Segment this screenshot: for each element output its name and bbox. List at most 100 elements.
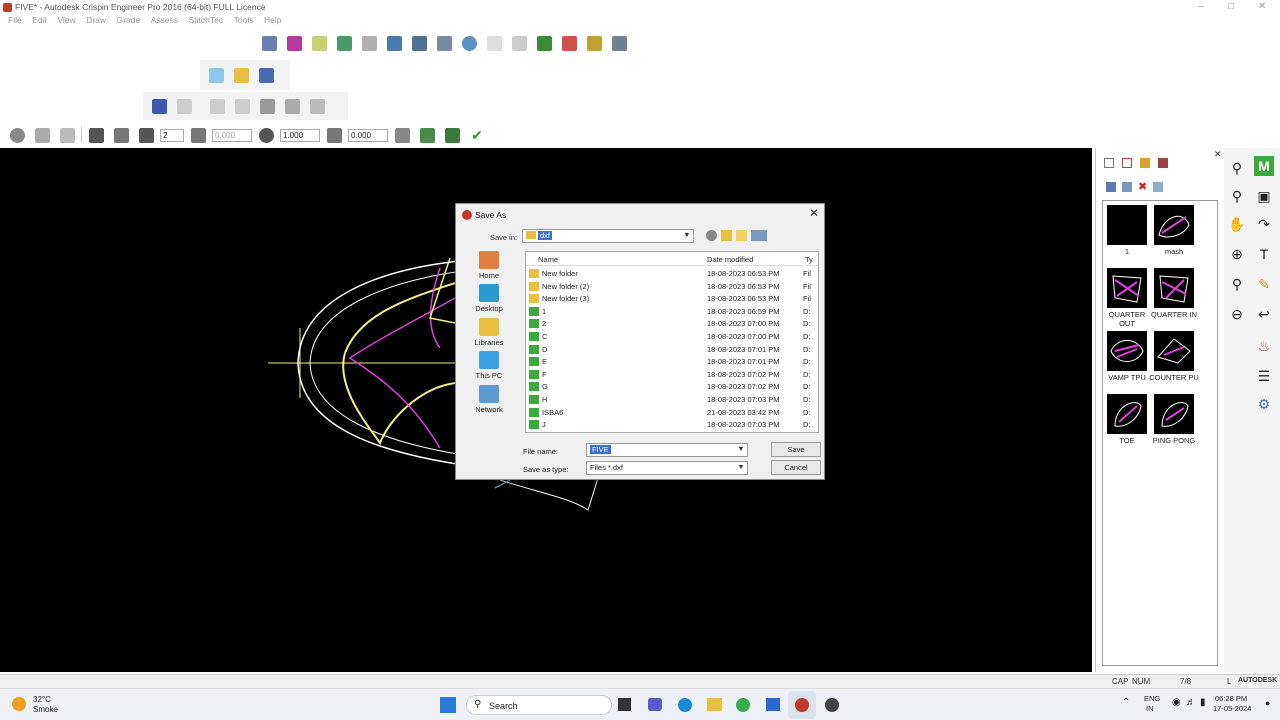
piece-grid-icon[interactable] xyxy=(1122,182,1132,192)
store-icon[interactable] xyxy=(766,698,780,711)
scale-field[interactable]: 1.000 xyxy=(280,128,320,142)
menu-view[interactable]: View xyxy=(57,15,75,25)
back-icon[interactable] xyxy=(706,230,717,241)
column-name[interactable]: Name xyxy=(538,255,558,264)
battery-icon[interactable]: ▮ xyxy=(1200,697,1206,708)
file-row[interactable]: D 18-08-2023 07:01 PM D: xyxy=(526,343,818,356)
color-piece-icon[interactable] xyxy=(1140,158,1150,168)
column-type[interactable]: Ty xyxy=(805,255,813,264)
chevron-up-icon[interactable]: ⌃ xyxy=(1122,697,1130,708)
confirm-icon[interactable]: ✔ xyxy=(466,124,488,146)
clock-time[interactable]: 06:28 PM xyxy=(1215,694,1247,703)
piece-thumb[interactable] xyxy=(1154,268,1194,308)
up-folder-icon[interactable] xyxy=(721,230,732,241)
grid-icon[interactable] xyxy=(358,32,380,54)
line-icon[interactable] xyxy=(308,32,330,54)
new-file-icon[interactable] xyxy=(205,64,227,86)
reload-icon[interactable] xyxy=(441,124,463,146)
file-list[interactable]: Name Date modified Ty New folder 18-08-20… xyxy=(525,251,819,433)
menu-tools[interactable]: Tools xyxy=(234,15,254,25)
piece-link-icon[interactable] xyxy=(1153,182,1164,192)
offset-field[interactable]: 0.000 xyxy=(212,128,252,142)
file-row[interactable]: New folder (2) 18-08-2023 06:53 PM Fil xyxy=(526,280,818,293)
offset-icon[interactable] xyxy=(333,32,355,54)
copy-icon[interactable] xyxy=(231,95,253,117)
measure-mode-icon[interactable]: M xyxy=(1254,156,1274,176)
file-row[interactable]: C 18-08-2023 07:00 PM D: xyxy=(526,330,818,343)
cancel-button[interactable]: Cancel xyxy=(771,460,821,475)
place-network[interactable]: Network xyxy=(467,385,511,414)
menu-draw[interactable]: Draw xyxy=(86,15,106,25)
move-icon[interactable] xyxy=(187,124,209,146)
tools-icon[interactable] xyxy=(281,95,303,117)
piece-tree-icon[interactable] xyxy=(1106,182,1116,192)
zoom-out-icon[interactable]: ⊖ xyxy=(1227,304,1247,324)
grid-spacing-field[interactable]: 2 xyxy=(160,128,184,142)
save-button[interactable]: Save xyxy=(771,442,821,457)
piece-thumb[interactable] xyxy=(1154,331,1194,371)
menu-help[interactable]: Help xyxy=(264,15,281,25)
close-icon[interactable]: ✕ xyxy=(1258,1,1266,12)
ruler-icon[interactable] xyxy=(508,32,530,54)
piece-thumb[interactable] xyxy=(1154,205,1194,245)
save-icon[interactable] xyxy=(255,64,277,86)
place-desktop[interactable]: Desktop xyxy=(467,284,511,313)
align-icon[interactable] xyxy=(391,124,413,146)
sail-icon[interactable] xyxy=(558,32,580,54)
file-row[interactable]: H 18-08-2023 07:03 PM D: xyxy=(526,393,818,406)
file-row[interactable]: New folder (3) 18-08-2023 06:53 PM Fil xyxy=(526,292,818,305)
wrench-icon[interactable] xyxy=(31,124,53,146)
paste-icon[interactable] xyxy=(256,95,278,117)
list-view-icon[interactable] xyxy=(1104,158,1114,168)
weather-icon[interactable] xyxy=(12,697,26,711)
piece-thumb[interactable] xyxy=(1107,205,1147,245)
filename-input[interactable]: FIVE ▼ xyxy=(586,443,748,457)
notification-icon[interactable]: ● xyxy=(1265,698,1270,708)
piece-thumb[interactable] xyxy=(1107,394,1147,434)
sheet-icon[interactable] xyxy=(533,32,555,54)
zoom-all-icon[interactable]: ⚲ xyxy=(1227,274,1247,294)
minimize-icon[interactable]: – xyxy=(1198,1,1204,12)
file-row[interactable]: 1 18-08-2023 06:59 PM D: xyxy=(526,305,818,318)
lang-2[interactable]: IN xyxy=(1146,704,1154,713)
zoom-icon[interactable]: ⚲ xyxy=(1227,158,1247,178)
chrome-icon[interactable] xyxy=(736,698,750,712)
chevron-down-icon[interactable]: ▼ xyxy=(736,445,746,455)
nest-icon[interactable] xyxy=(408,32,430,54)
menu-stitchtec[interactable]: StitchTec xyxy=(189,15,224,25)
dialog-close-icon[interactable]: ✕ xyxy=(809,206,819,220)
piece-thumb[interactable] xyxy=(1107,268,1147,308)
pan-icon[interactable]: ✋ xyxy=(1227,214,1247,234)
clock-date[interactable]: 17-05-2024 xyxy=(1213,704,1251,713)
speaker-icon[interactable]: ♬ xyxy=(1186,697,1196,708)
file-row[interactable]: E 18-08-2023 07:01 PM D: xyxy=(526,355,818,368)
column-date[interactable]: Date modified xyxy=(707,255,753,264)
annotate-icon[interactable]: ✎ xyxy=(1254,274,1274,294)
layer-icon[interactable] xyxy=(1158,158,1168,168)
panel-close-icon[interactable]: ✕ xyxy=(1214,149,1222,160)
menu-edit[interactable]: Edit xyxy=(32,15,47,25)
text-icon[interactable]: T xyxy=(1254,244,1274,264)
save-in-combo[interactable]: dxf ▼ xyxy=(522,229,694,243)
settings-icon[interactable]: ⚙ xyxy=(1254,394,1274,414)
piece-thumb[interactable] xyxy=(1107,331,1147,371)
file-row[interactable]: ISBA6 21-08-2023 03:42 PM D: xyxy=(526,406,818,419)
chat-icon[interactable] xyxy=(648,698,662,711)
curve-tool-icon[interactable]: ↷ xyxy=(1254,214,1274,234)
image-icon[interactable] xyxy=(416,124,438,146)
file-row[interactable]: New folder 18-08-2023 06:53 PM Fil xyxy=(526,267,818,280)
lang-1[interactable]: ENG xyxy=(1144,694,1160,703)
task-view-icon[interactable] xyxy=(618,698,631,711)
place-libraries[interactable]: Libraries xyxy=(467,318,511,347)
explorer-icon[interactable] xyxy=(707,698,722,711)
file-row[interactable]: 2 18-08-2023 07:00 PM D: xyxy=(526,317,818,330)
zoom-in-icon[interactable]: ⊕ xyxy=(1227,244,1247,264)
savetype-select[interactable]: Files *.dxf ▼ xyxy=(586,461,748,475)
place-this-pc[interactable]: This PC xyxy=(467,351,511,380)
cut-icon[interactable] xyxy=(206,95,228,117)
snap-icon[interactable] xyxy=(6,124,28,146)
menu-assess[interactable]: Assess xyxy=(151,15,178,25)
ortho-icon[interactable] xyxy=(110,124,132,146)
view-menu-icon[interactable] xyxy=(751,230,767,241)
grid-toggle-icon[interactable] xyxy=(85,124,107,146)
